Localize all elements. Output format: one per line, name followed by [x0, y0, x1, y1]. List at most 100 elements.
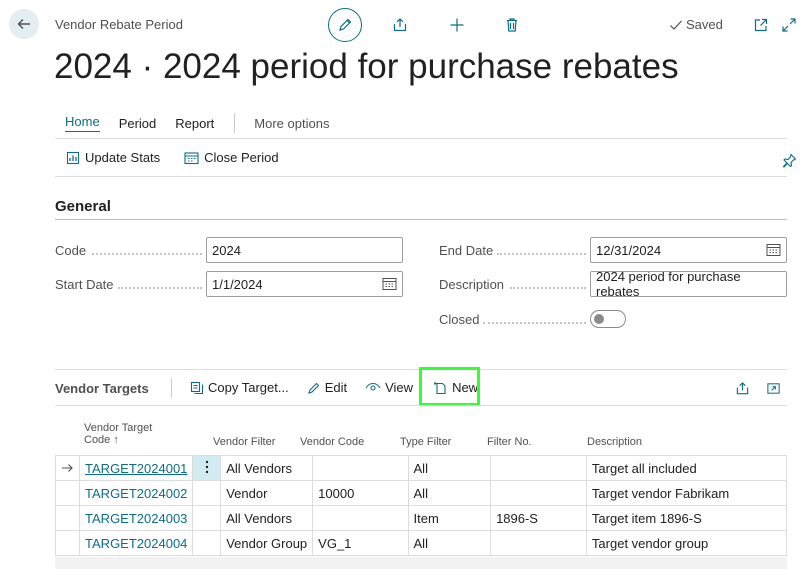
calendar-close-icon	[184, 151, 199, 164]
row-selector[interactable]	[54, 505, 81, 531]
pin-button[interactable]	[779, 150, 799, 170]
row-description[interactable]: Target vendor group	[585, 530, 788, 556]
table-row[interactable]: TARGET2024002 Vendor 10000 All Target ve…	[54, 480, 788, 506]
ellipsis-vertical-icon[interactable]	[192, 455, 222, 481]
col-header-vendor-filter[interactable]: Vendor Filter	[213, 436, 275, 448]
end-date-label: End Date	[439, 243, 494, 258]
closed-toggle[interactable]	[590, 310, 626, 328]
share-button[interactable]	[390, 15, 410, 35]
share-icon	[393, 18, 407, 32]
col-header-description[interactable]: Description	[587, 436, 642, 448]
start-date-value: 1/1/2024	[212, 276, 263, 292]
start-date-dots	[118, 287, 202, 289]
action-menu: Home Period Report More options	[65, 113, 329, 133]
col-header-code[interactable]: Vendor Target Code ↑	[84, 422, 152, 446]
row-description[interactable]: Target item 1896-S	[585, 505, 788, 531]
tab-home[interactable]: Home	[65, 114, 100, 132]
edit-line-label: Edit	[324, 380, 348, 395]
row-vendor-code[interactable]: 10000	[312, 480, 409, 506]
row-type-filter[interactable]: All	[407, 455, 492, 481]
row-filter-no[interactable]	[490, 530, 587, 556]
row-vendor-filter[interactable]: Vendor	[220, 480, 314, 506]
start-date-field[interactable]: 1/1/2024	[206, 271, 403, 297]
open-new-window-icon	[754, 18, 768, 32]
view-line-label: View	[385, 380, 414, 395]
lines-divider	[171, 378, 172, 398]
close-period-button[interactable]: Close Period	[184, 150, 279, 165]
page-title: 2024 · 2024 period for purchase rebates	[54, 47, 679, 86]
row-selector[interactable]	[54, 480, 81, 506]
row-description[interactable]: Target vendor Fabrikam	[585, 480, 788, 506]
lines-share-button[interactable]	[732, 378, 752, 398]
tab-period[interactable]: Period	[119, 116, 157, 131]
col-header-code-line2: Code	[84, 434, 111, 446]
row-vendor-code[interactable]: VG_1	[312, 530, 409, 556]
back-button[interactable]	[9, 9, 39, 39]
closed-label: Closed	[439, 312, 480, 327]
row-type-filter[interactable]: All	[407, 480, 492, 506]
check-icon	[670, 20, 682, 30]
open-new-window-button[interactable]	[751, 15, 771, 35]
row-filter-no[interactable]	[490, 480, 587, 506]
expand-button[interactable]	[779, 15, 799, 35]
more-options-button[interactable]: More options	[254, 116, 329, 131]
code-value: 2024	[212, 242, 241, 258]
row-description[interactable]: Target all included	[585, 455, 788, 481]
end-date-value: 12/31/2024	[596, 242, 662, 258]
row-menu-cell[interactable]	[192, 505, 222, 531]
row-code-link[interactable]: TARGET2024002	[79, 480, 194, 506]
row-code-link[interactable]: TARGET2024001	[79, 455, 194, 481]
end-date-field[interactable]: 12/31/2024	[590, 237, 787, 263]
row-type-filter[interactable]: All	[407, 530, 492, 556]
row-filter-no[interactable]: 1896-S	[490, 505, 587, 531]
vendor-targets-title: Vendor Targets	[55, 381, 149, 396]
menu-divider-line	[55, 138, 787, 139]
code-label: Code	[55, 243, 87, 258]
update-stats-button[interactable]: Update Stats	[66, 150, 160, 165]
row-filter-no[interactable]	[490, 455, 587, 481]
row-type-filter[interactable]: Item	[407, 505, 492, 531]
edit-button[interactable]	[328, 8, 362, 42]
eye-icon	[365, 382, 381, 391]
col-header-vendor-code[interactable]: Vendor Code	[300, 436, 364, 448]
tab-report[interactable]: Report	[175, 116, 214, 131]
edit-line-button[interactable]: Edit	[307, 380, 347, 395]
update-stats-label: Update Stats	[85, 150, 161, 165]
breadcrumb: Vendor Rebate Period	[55, 17, 183, 32]
lines-expand-button[interactable]	[763, 378, 783, 398]
row-code-link[interactable]: TARGET2024003	[79, 505, 194, 531]
copy-target-button[interactable]: Copy Target...	[190, 380, 289, 395]
lines-bar-divider	[55, 405, 787, 406]
table-row[interactable]: TARGET2024001 All Vendors All Target all…	[54, 455, 788, 481]
share-icon	[736, 381, 748, 394]
close-period-label: Close Period	[204, 150, 279, 165]
row-vendor-code[interactable]	[312, 455, 409, 481]
row-menu-cell[interactable]	[192, 530, 222, 556]
row-vendor-filter[interactable]: All Vendors	[220, 455, 314, 481]
calendar-icon[interactable]	[766, 243, 781, 257]
col-header-code-line1: Vendor Target	[84, 422, 153, 434]
row-code-link[interactable]: TARGET2024004	[79, 530, 194, 556]
view-line-button[interactable]: View	[365, 380, 413, 395]
vendor-targets-grid: TARGET2024001 All Vendors All Target all…	[54, 455, 788, 556]
action-bar: Update Stats Close Period	[66, 150, 303, 165]
delete-button[interactable]	[502, 15, 522, 35]
row-vendor-filter[interactable]: All Vendors	[220, 505, 314, 531]
pin-icon	[782, 152, 796, 168]
description-field[interactable]: 2024 period for purchase rebates	[590, 271, 787, 297]
col-header-type-filter[interactable]: Type Filter	[400, 436, 451, 448]
table-row[interactable]: TARGET2024004 Vendor Group VG_1 All Targ…	[54, 530, 788, 556]
row-vendor-filter[interactable]: Vendor Group	[220, 530, 314, 556]
add-button[interactable]	[447, 15, 467, 35]
start-date-label: Start Date	[55, 277, 114, 292]
row-menu-cell[interactable]	[192, 480, 222, 506]
expand-icon	[782, 18, 796, 32]
col-header-filter-no[interactable]: Filter No.	[487, 436, 532, 448]
code-field[interactable]: 2024	[206, 237, 403, 263]
row-selector[interactable]	[54, 530, 81, 556]
code-dots	[92, 253, 202, 255]
row-vendor-code[interactable]	[312, 505, 409, 531]
calendar-icon[interactable]	[382, 277, 397, 291]
table-row[interactable]: TARGET2024003 All Vendors Item 1896-S Ta…	[54, 505, 788, 531]
description-value: 2024 period for purchase rebates	[596, 271, 741, 297]
